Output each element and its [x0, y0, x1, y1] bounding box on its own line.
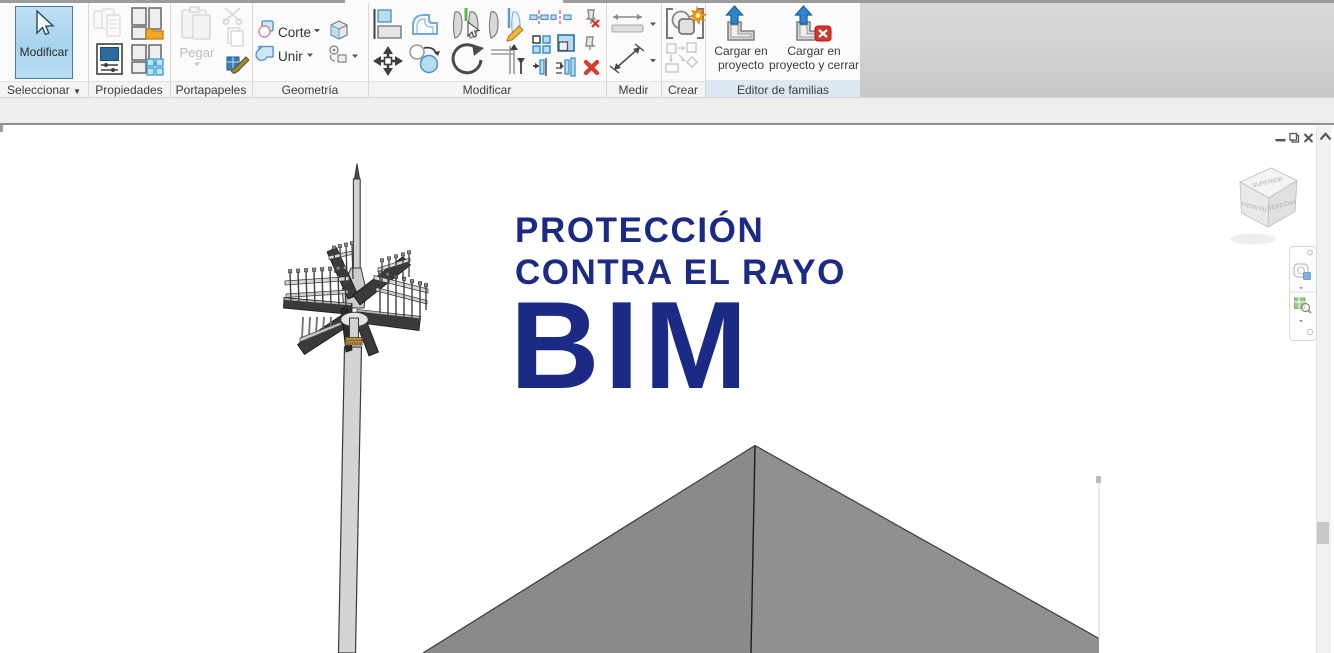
svg-text:Pegar: Pegar — [180, 45, 215, 60]
svg-text:Corte: Corte — [278, 25, 311, 40]
svg-text:Unir: Unir — [278, 49, 303, 64]
